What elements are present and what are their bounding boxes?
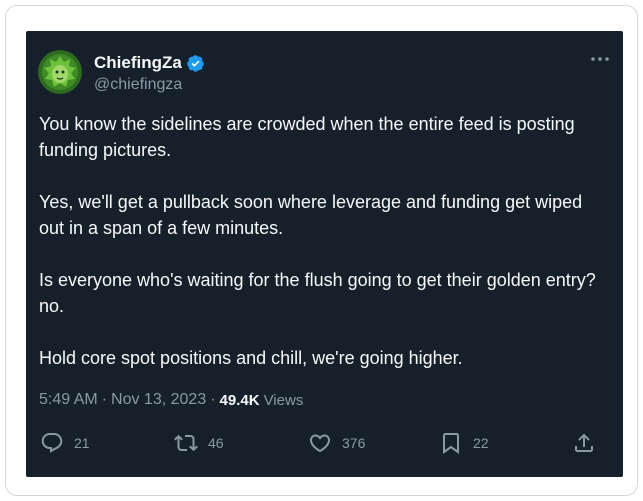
retweet-icon (174, 434, 198, 452)
author-display-name[interactable]: ChiefingZa (94, 53, 182, 73)
bookmark-button[interactable]: 22 (439, 431, 489, 455)
tweet-meta: 5:49 AM · Nov 13, 2023 · 49.4K Views (39, 391, 303, 409)
heart-icon (309, 434, 331, 453)
tweet-time[interactable]: 5:49 AM (39, 391, 98, 409)
tweet-paragraph: Yes, we'll get a pullback soon where lev… (39, 192, 583, 238)
author-handle[interactable]: @chiefingza (94, 76, 182, 94)
lion-avatar-icon (38, 50, 82, 94)
share-icon (575, 433, 593, 452)
reply-icon (41, 433, 63, 453)
screenshot-frame: ChiefingZa @chiefingza You know the side… (5, 5, 638, 496)
like-count: 376 (342, 435, 366, 451)
bookmark-icon (443, 433, 459, 454)
reply-button[interactable]: 21 (40, 431, 90, 455)
share-button[interactable] (572, 431, 606, 455)
more-horizontal-icon[interactable] (589, 51, 611, 67)
tweet-date[interactable]: Nov 13, 2023 (111, 391, 206, 409)
retweet-count: 46 (208, 435, 224, 451)
bookmark-count: 22 (473, 435, 489, 451)
avatar[interactable] (38, 50, 82, 94)
retweet-button[interactable]: 46 (174, 431, 224, 455)
views-label[interactable]: Views (264, 392, 304, 409)
reply-count: 21 (74, 435, 90, 451)
tweet-paragraph: Is everyone who's waiting for the flush … (39, 270, 596, 316)
tweet-card: ChiefingZa @chiefingza You know the side… (26, 31, 623, 477)
tweet-paragraph: Hold core spot positions and chill, we'r… (39, 348, 463, 368)
verified-badge-icon (186, 54, 205, 73)
tweet-text: You know the sidelines are crowded when … (39, 111, 609, 371)
meta-separator: · (101, 391, 108, 408)
views-count[interactable]: 49.4K (220, 392, 260, 409)
author-name-row[interactable]: ChiefingZa (94, 53, 205, 73)
meta-separator: · (210, 391, 216, 408)
like-button[interactable]: 376 (308, 431, 365, 455)
tweet-paragraph: You know the sidelines are crowded when … (39, 114, 575, 160)
